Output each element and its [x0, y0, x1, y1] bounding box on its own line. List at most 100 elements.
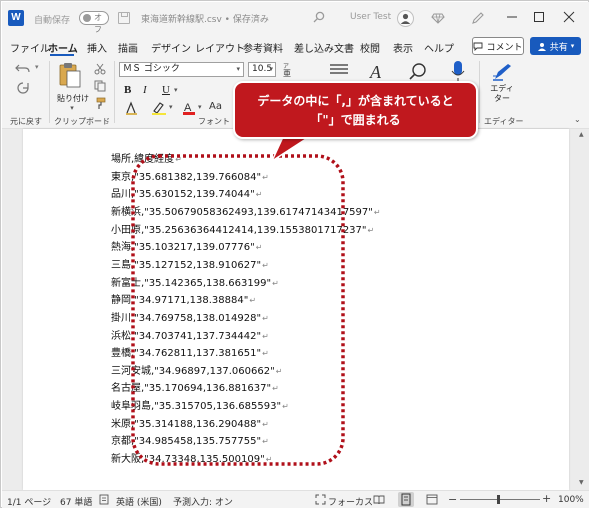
active-tab-indicator — [50, 54, 74, 56]
font-group-label: フォント — [198, 117, 230, 126]
undo-icon[interactable] — [15, 63, 31, 75]
redo-icon[interactable] — [16, 81, 30, 95]
chevron-down-icon: ▾ — [570, 42, 575, 50]
word-count[interactable]: 67 単語 — [60, 495, 92, 508]
bold-button[interactable]: B — [124, 84, 131, 96]
undo-dropdown-icon[interactable]: ▾ — [35, 63, 39, 71]
document-page[interactable]: 場所,緯度経度↵ 東京,"35.681382,139.766084"↵ 品川,"35… — [23, 129, 569, 490]
scroll-up-icon[interactable]: ▲ — [579, 131, 584, 138]
zoom-slider[interactable] — [460, 499, 540, 500]
font-color-dropdown-icon[interactable]: ▾ — [198, 103, 202, 111]
font-size-select[interactable]: 10.5 ▾ — [248, 62, 276, 77]
change-case-button[interactable]: Aa — [209, 101, 222, 112]
underline-dropdown-icon[interactable]: ▾ — [174, 86, 178, 94]
predictive-status[interactable]: 予測入力: オン — [173, 495, 233, 508]
paste-dropdown-icon: ▾ — [70, 104, 74, 112]
paste-button[interactable]: 貼り付け ▾ — [57, 61, 89, 112]
find-icon[interactable] — [408, 62, 428, 82]
comment-label: コメント — [486, 42, 523, 53]
svg-text:亜: 亜 — [283, 69, 291, 78]
scroll-down-icon[interactable]: ▼ — [579, 479, 584, 486]
minimize-icon[interactable] — [505, 10, 519, 24]
status-bar: 1/1 ページ 67 単語 英語 (米国) 予測入力: オン フォーカス − +… — [2, 490, 589, 508]
highlighter-dropdown-icon[interactable]: ▾ — [169, 103, 173, 111]
pen-icon[interactable] — [471, 11, 485, 25]
avatar[interactable] — [397, 10, 414, 27]
diamond-icon[interactable] — [431, 11, 445, 25]
save-icon[interactable] — [118, 12, 130, 24]
tab-layout[interactable]: レイアウト — [195, 40, 245, 55]
editor-group-label: エディター — [484, 117, 524, 126]
share-button[interactable]: 共有 ▾ — [530, 37, 581, 55]
close-icon[interactable] — [562, 10, 576, 24]
person-icon — [400, 13, 411, 24]
callout-line-2: 「"」で囲まれる — [310, 113, 401, 127]
document-title: 東海道新幹線駅.csv • 保存済み — [141, 15, 269, 25]
tab-home[interactable]: ホーム — [48, 40, 78, 55]
focus-button[interactable]: フォーカス — [328, 495, 373, 508]
font-color-style-icon[interactable] — [125, 101, 139, 115]
annotation-callout: データの中に「,」が含まれていると 「"」で囲まれる — [233, 81, 478, 139]
tab-mailings[interactable]: 差し込み文書 — [294, 40, 354, 55]
clipboard-launcher-icon[interactable]: ⌟ — [105, 116, 109, 125]
proofing-icon[interactable] — [99, 494, 110, 505]
zoom-slider-thumb[interactable] — [497, 495, 500, 504]
print-layout-button[interactable] — [398, 492, 414, 507]
dotted-highlight-outline — [131, 154, 345, 466]
callout-line-1: データの中に「,」が含まれていると — [257, 94, 454, 108]
tab-design[interactable]: デザイン — [151, 40, 191, 55]
tab-review[interactable]: 校閲 — [360, 40, 380, 55]
underline-button[interactable]: U — [162, 84, 170, 96]
tab-insert[interactable]: 挿入 — [87, 40, 107, 55]
tab-draw[interactable]: 描画 — [118, 40, 138, 55]
document-area: 場所,緯度経度↵ 東京,"35.681382,139.766084"↵ 品川,"35… — [2, 129, 589, 490]
font-color-icon[interactable]: A — [182, 101, 196, 115]
search-icon[interactable] — [313, 11, 325, 23]
page-count[interactable]: 1/1 ページ — [7, 495, 51, 508]
zoom-out-button[interactable]: − — [448, 493, 457, 506]
italic-button[interactable]: I — [143, 84, 147, 96]
highlighter-icon[interactable] — [151, 101, 167, 115]
comment-button[interactable]: コメント — [472, 37, 524, 55]
comment-icon — [474, 42, 483, 51]
paste-label: 貼り付け — [57, 94, 89, 103]
autosave-toggle[interactable]: オフ — [79, 11, 109, 34]
tab-help[interactable]: ヘルプ — [424, 40, 454, 55]
editor-label: エディター — [490, 84, 514, 103]
group-separator — [114, 61, 115, 123]
language-status[interactable]: 英語 (米国) — [116, 495, 162, 508]
autosave-state: オフ — [94, 13, 102, 34]
editor-button-label[interactable]: エディター — [488, 84, 516, 104]
tab-references[interactable]: 参考資料 — [243, 40, 283, 55]
tab-file[interactable]: ファイル — [10, 40, 50, 55]
phonetic-guide-icon[interactable]: ア 亜 — [281, 62, 293, 78]
font-name-select[interactable]: ＭＳ ゴシック ▾ — [119, 62, 244, 77]
paste-icon — [59, 63, 81, 88]
font-name-value: ＭＳ ゴシック — [123, 64, 180, 74]
undo-group-label: 元に戻す — [10, 117, 42, 126]
copy-icon[interactable] — [94, 80, 106, 92]
focus-icon[interactable] — [315, 494, 326, 505]
zoom-level[interactable]: 100% — [558, 495, 584, 505]
user-name: User Test — [350, 12, 392, 22]
chevron-down-icon: ▾ — [269, 65, 273, 73]
tab-view[interactable]: 表示 — [393, 40, 413, 55]
read-mode-icon[interactable] — [373, 494, 385, 505]
styles-icon[interactable]: A — [369, 61, 389, 83]
align-icon[interactable] — [328, 62, 350, 78]
maximize-icon[interactable] — [532, 10, 546, 24]
toggle-knob — [83, 14, 91, 22]
collapse-ribbon-icon[interactable]: ⌄ — [574, 115, 581, 124]
vertical-scrollbar[interactable]: ▲ ▼ — [576, 129, 588, 490]
svg-text:A: A — [369, 62, 382, 82]
autosave-label: 自動保存 — [34, 16, 71, 26]
group-separator — [479, 61, 480, 123]
editor-icon[interactable] — [491, 62, 513, 82]
format-painter-icon[interactable] — [94, 97, 107, 110]
web-layout-icon[interactable] — [426, 494, 438, 505]
word-icon: W — [8, 10, 24, 26]
share-label: 共有 — [549, 42, 568, 53]
cut-icon[interactable] — [94, 63, 106, 75]
share-icon — [537, 42, 546, 51]
zoom-in-button[interactable]: + — [542, 492, 551, 505]
